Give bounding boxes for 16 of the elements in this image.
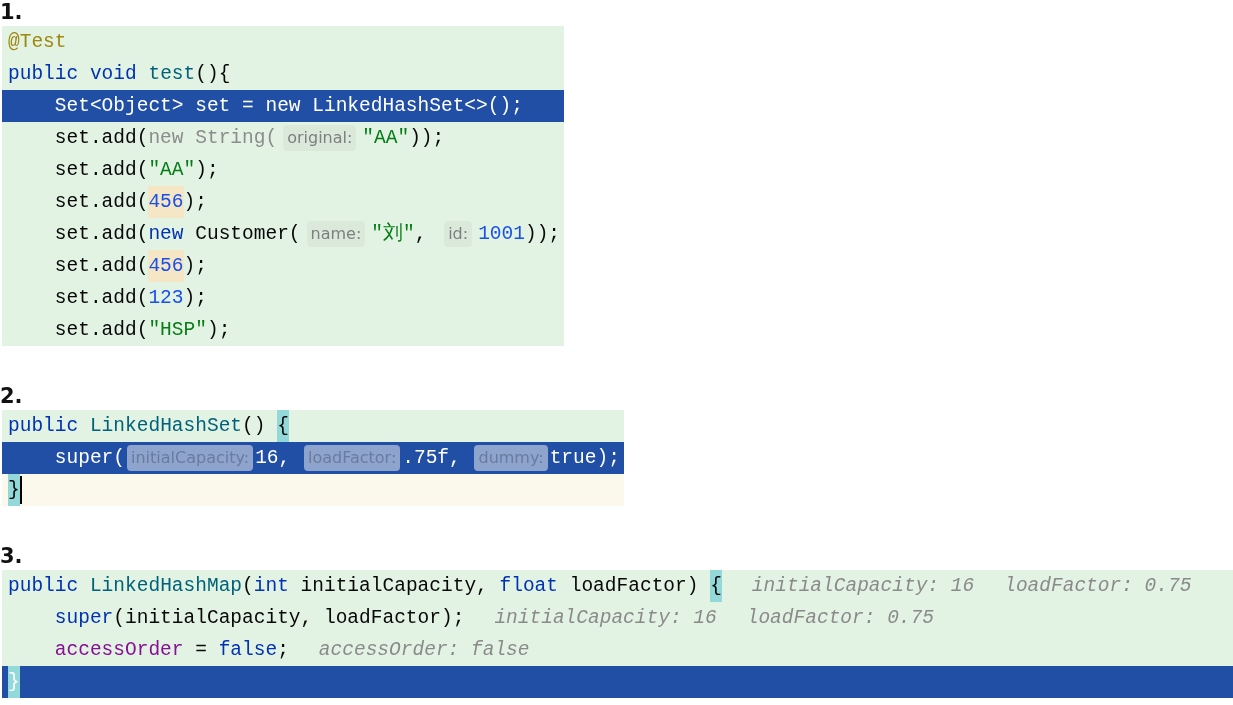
code-line: public LinkedHashMap(int initialCapacity, float loadFactor) { initialCapacity: 16 loadFactor: 0.75 xyxy=(2,570,1233,602)
code-line: set.add("HSP"); xyxy=(53,318,232,343)
code-line: public LinkedHashSet() { xyxy=(2,410,624,442)
code-line: set.add(123); xyxy=(53,286,208,311)
code-line: set.add(456); xyxy=(2,186,565,218)
code-line: set.add(new String( original: "AA")); xyxy=(53,124,446,153)
section-number: 2. xyxy=(0,384,23,408)
code-line: super(initialCapacity, loadFactor); initialCapacity: 16 loadFactor: 0.75 xyxy=(53,606,935,631)
code-line: set.add(new Customer( name: "刘", id: 1001)); xyxy=(53,220,562,249)
section-number: 3. xyxy=(0,544,23,568)
code-line: set.add("AA"); xyxy=(53,158,220,183)
code-line: accessOrder = false; accessOrder: false xyxy=(53,638,531,663)
section-number: 1. xyxy=(0,0,23,24)
code-line: set.add(456); xyxy=(2,250,565,282)
code-line: @Test xyxy=(7,30,68,55)
code-line: public void test(){ xyxy=(7,62,232,87)
